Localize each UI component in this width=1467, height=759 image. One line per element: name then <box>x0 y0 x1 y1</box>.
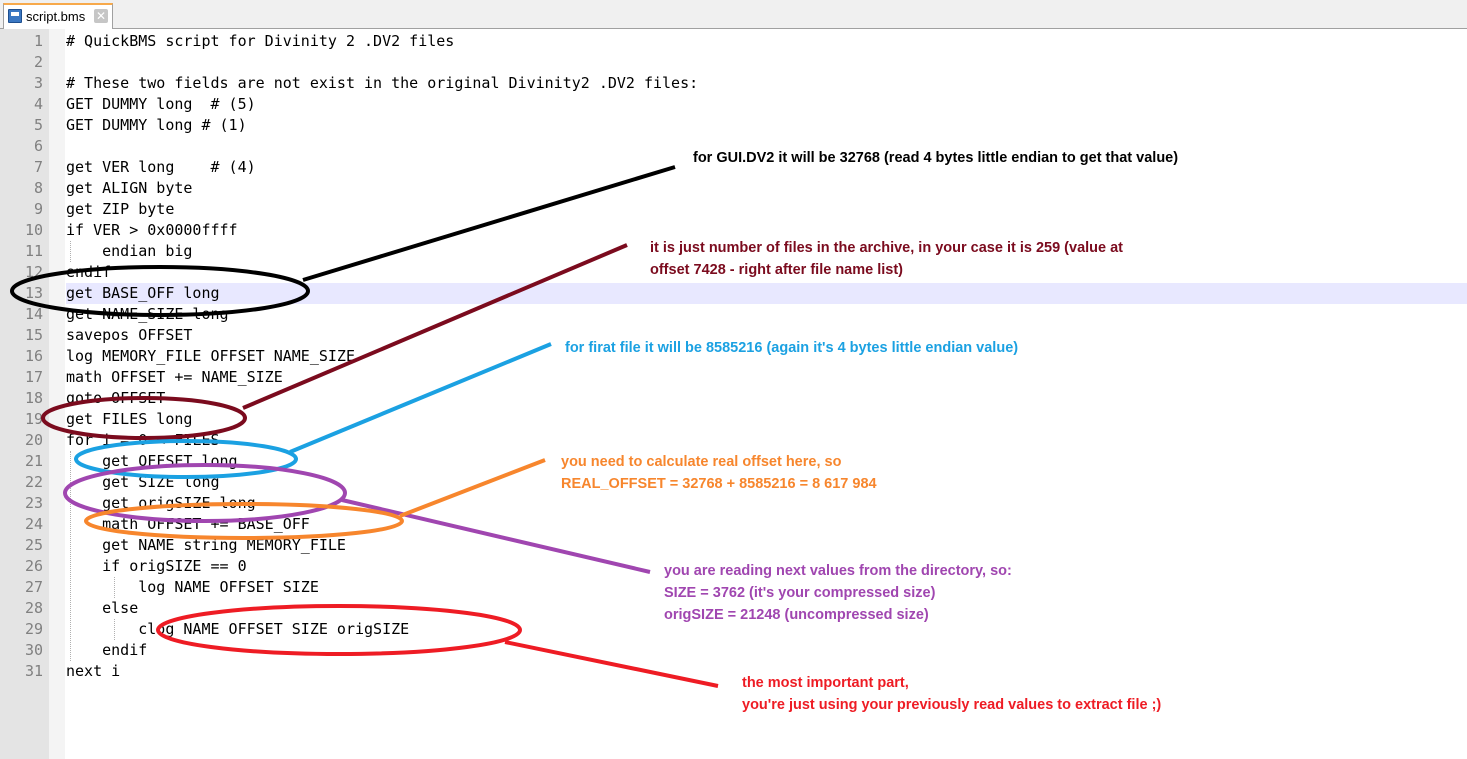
indent-guide <box>70 451 71 661</box>
line-number: 22 <box>24 473 43 491</box>
line-number: 24 <box>24 515 43 533</box>
line-number: 30 <box>24 641 43 659</box>
line-number: 28 <box>24 599 43 617</box>
line-number: 19 <box>24 410 43 428</box>
fold-margin <box>49 29 65 759</box>
code-line[interactable]: get ALIGN byte <box>66 178 1467 199</box>
line-number: 4 <box>33 95 43 113</box>
code-line[interactable]: endif <box>66 640 1467 661</box>
line-number: 21 <box>24 452 43 470</box>
annotation-line: origSIZE = 21248 (uncompressed size) <box>664 607 929 623</box>
line-number: 7 <box>33 158 43 176</box>
line-number: 6 <box>33 137 43 155</box>
line-number: 3 <box>33 74 43 92</box>
line-number: 31 <box>24 662 43 680</box>
tab-script-bms[interactable]: script.bms ✕ <box>3 3 113 29</box>
code-line[interactable]: get FILES long <box>66 409 1467 430</box>
line-number: 18 <box>24 389 43 407</box>
tab-bar: script.bms ✕ <box>0 0 1467 29</box>
line-number: 25 <box>24 536 43 554</box>
annotation-real-offset: you need to calculate real offset here, … <box>561 451 877 495</box>
line-number: 11 <box>24 242 43 260</box>
line-number: 16 <box>24 347 43 365</box>
code-line[interactable]: GET DUMMY long # (1) <box>66 115 1467 136</box>
code-line[interactable]: goto OFFSET <box>66 388 1467 409</box>
code-line[interactable]: # These two fields are not exist in the … <box>66 73 1467 94</box>
line-number: 23 <box>24 494 43 512</box>
code-line[interactable]: get BASE_OFF long <box>66 283 1467 304</box>
annotation-line: you are reading next values from the dir… <box>664 563 1012 579</box>
tab-label: script.bms <box>26 9 86 24</box>
annotation-line: the most important part, <box>742 675 909 691</box>
annotation-base-off: for GUI.DV2 it will be 32768 (read 4 byt… <box>693 147 1178 169</box>
code-line[interactable]: math OFFSET += NAME_SIZE <box>66 367 1467 388</box>
line-number: 15 <box>24 326 43 344</box>
code-line[interactable]: get origSIZE long <box>66 493 1467 514</box>
line-number: 2 <box>33 53 43 71</box>
annotation-line: it is just number of files in the archiv… <box>650 240 1124 256</box>
annotation-line: for GUI.DV2 it will be 32768 (read 4 byt… <box>693 150 1179 166</box>
code-line[interactable]: math OFFSET += BASE_OFF <box>66 514 1467 535</box>
line-number: 1 <box>33 32 43 50</box>
indent-guide <box>114 619 115 640</box>
line-number: 20 <box>24 431 43 449</box>
line-number: 14 <box>24 305 43 323</box>
line-number: 5 <box>33 116 43 134</box>
line-number: 17 <box>24 368 43 386</box>
code-line[interactable]: # QuickBMS script for Divinity 2 .DV2 fi… <box>66 31 1467 52</box>
indent-guide <box>70 241 71 262</box>
code-line[interactable]: get ZIP byte <box>66 199 1467 220</box>
line-number: 27 <box>24 578 43 596</box>
line-number: 12 <box>24 263 43 281</box>
annotation-line: REAL_OFFSET = 32768 + 8585216 = 8 617 98… <box>561 476 877 492</box>
annotation-line: offset 7428 - right after file name list… <box>650 262 904 278</box>
annotation-line: SIZE = 3762 (it's your compressed size) <box>664 585 936 601</box>
annotation-line: you need to calculate real offset here, … <box>561 454 842 470</box>
code-line[interactable]: GET DUMMY long # (5) <box>66 94 1467 115</box>
line-numbers: 1 2 3 4 5 6 7 8 9 10 11 12 13 14 15 16 17 18 19 20 21 22 23 24 2… <box>0 31 43 682</box>
line-number: 26 <box>24 557 43 575</box>
line-number: 8 <box>33 179 43 197</box>
code-line[interactable] <box>66 52 1467 73</box>
save-file-icon <box>8 9 22 23</box>
annotation-line: for firat file it will be 8585216 (again… <box>565 340 1019 356</box>
annotation-files: it is just number of files in the archiv… <box>650 237 1123 281</box>
line-number: 13 <box>24 284 43 302</box>
code-line[interactable]: for i = 0 < FILES <box>66 430 1467 451</box>
annotation-clog: the most important part, you're just usin… <box>742 672 1161 716</box>
line-number: 10 <box>24 221 43 239</box>
line-number: 9 <box>33 200 43 218</box>
close-icon[interactable]: ✕ <box>94 9 108 23</box>
code-line[interactable]: get NAME string MEMORY_FILE <box>66 535 1467 556</box>
indent-guide <box>114 577 115 598</box>
annotation-sizes: you are reading next values from the dir… <box>664 560 1012 626</box>
code-line[interactable]: get NAME_SIZE long <box>66 304 1467 325</box>
annotation-line: you're just using your previously read v… <box>742 697 1162 713</box>
annotation-offset: for firat file it will be 8585216 (again… <box>565 337 1018 359</box>
line-number: 29 <box>24 620 43 638</box>
